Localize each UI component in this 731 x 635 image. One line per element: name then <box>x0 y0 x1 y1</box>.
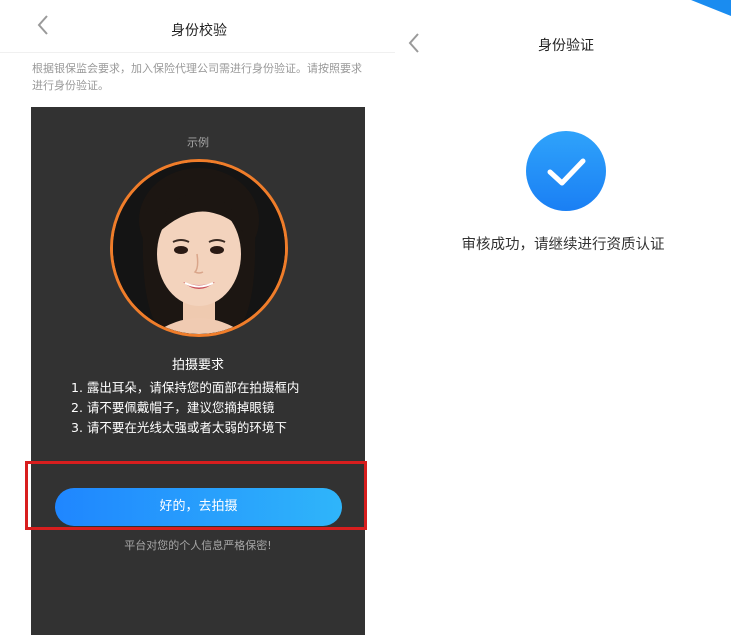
requirement-item: 1. 露出耳朵，请保持您的面部在拍摄框内 <box>71 380 300 395</box>
back-button[interactable] <box>407 32 421 58</box>
requirement-item: 2. 请不要佩戴帽子，建议您摘掉眼镜 <box>71 400 275 415</box>
sample-face-photo <box>110 159 288 337</box>
requirement-item: 3. 请不要在光线太强或者太弱的环境下 <box>71 420 287 435</box>
chevron-left-icon <box>37 15 48 35</box>
requirements-list: 1. 露出耳朵，请保持您的面部在拍摄框内 2. 请不要佩戴帽子，建议您摘掉眼镜 … <box>71 378 361 438</box>
chevron-left-icon <box>408 33 419 53</box>
back-button[interactable] <box>36 14 50 40</box>
photo-guide-panel: 示例 拍摄要求 1. 露出耳朵，请保持您的面部在拍摄框内 2. 请不要佩戴帽子，… <box>31 107 365 635</box>
check-circle-icon <box>526 131 606 211</box>
page-title: 身份验证 <box>538 38 594 54</box>
requirements-title: 拍摄要求 <box>171 358 224 373</box>
privacy-text: 平台对您的个人信息严格保密! <box>124 539 272 552</box>
nav-bar: 身份验证 <box>395 20 731 62</box>
face-illustration <box>113 162 285 334</box>
right-screen: 身份验证 审核成功，请继续进行资质认证 <box>395 0 731 635</box>
highlight-box <box>25 461 367 530</box>
left-screen: 身份校验 根据银保监会要求，加入保险代理公司需进行身份验证。请按照要求进行身份验… <box>0 0 395 635</box>
sample-label: 示例 <box>187 136 209 149</box>
nav-bar: 身份校验 <box>0 0 395 53</box>
notice-text: 根据银保监会要求，加入保险代理公司需进行身份验证。请按照要求进行身份验证。 <box>32 62 362 92</box>
page-title: 身份校验 <box>171 23 227 39</box>
corner-decoration <box>691 0 731 16</box>
result-text: 审核成功，请继续进行资质认证 <box>461 237 665 253</box>
